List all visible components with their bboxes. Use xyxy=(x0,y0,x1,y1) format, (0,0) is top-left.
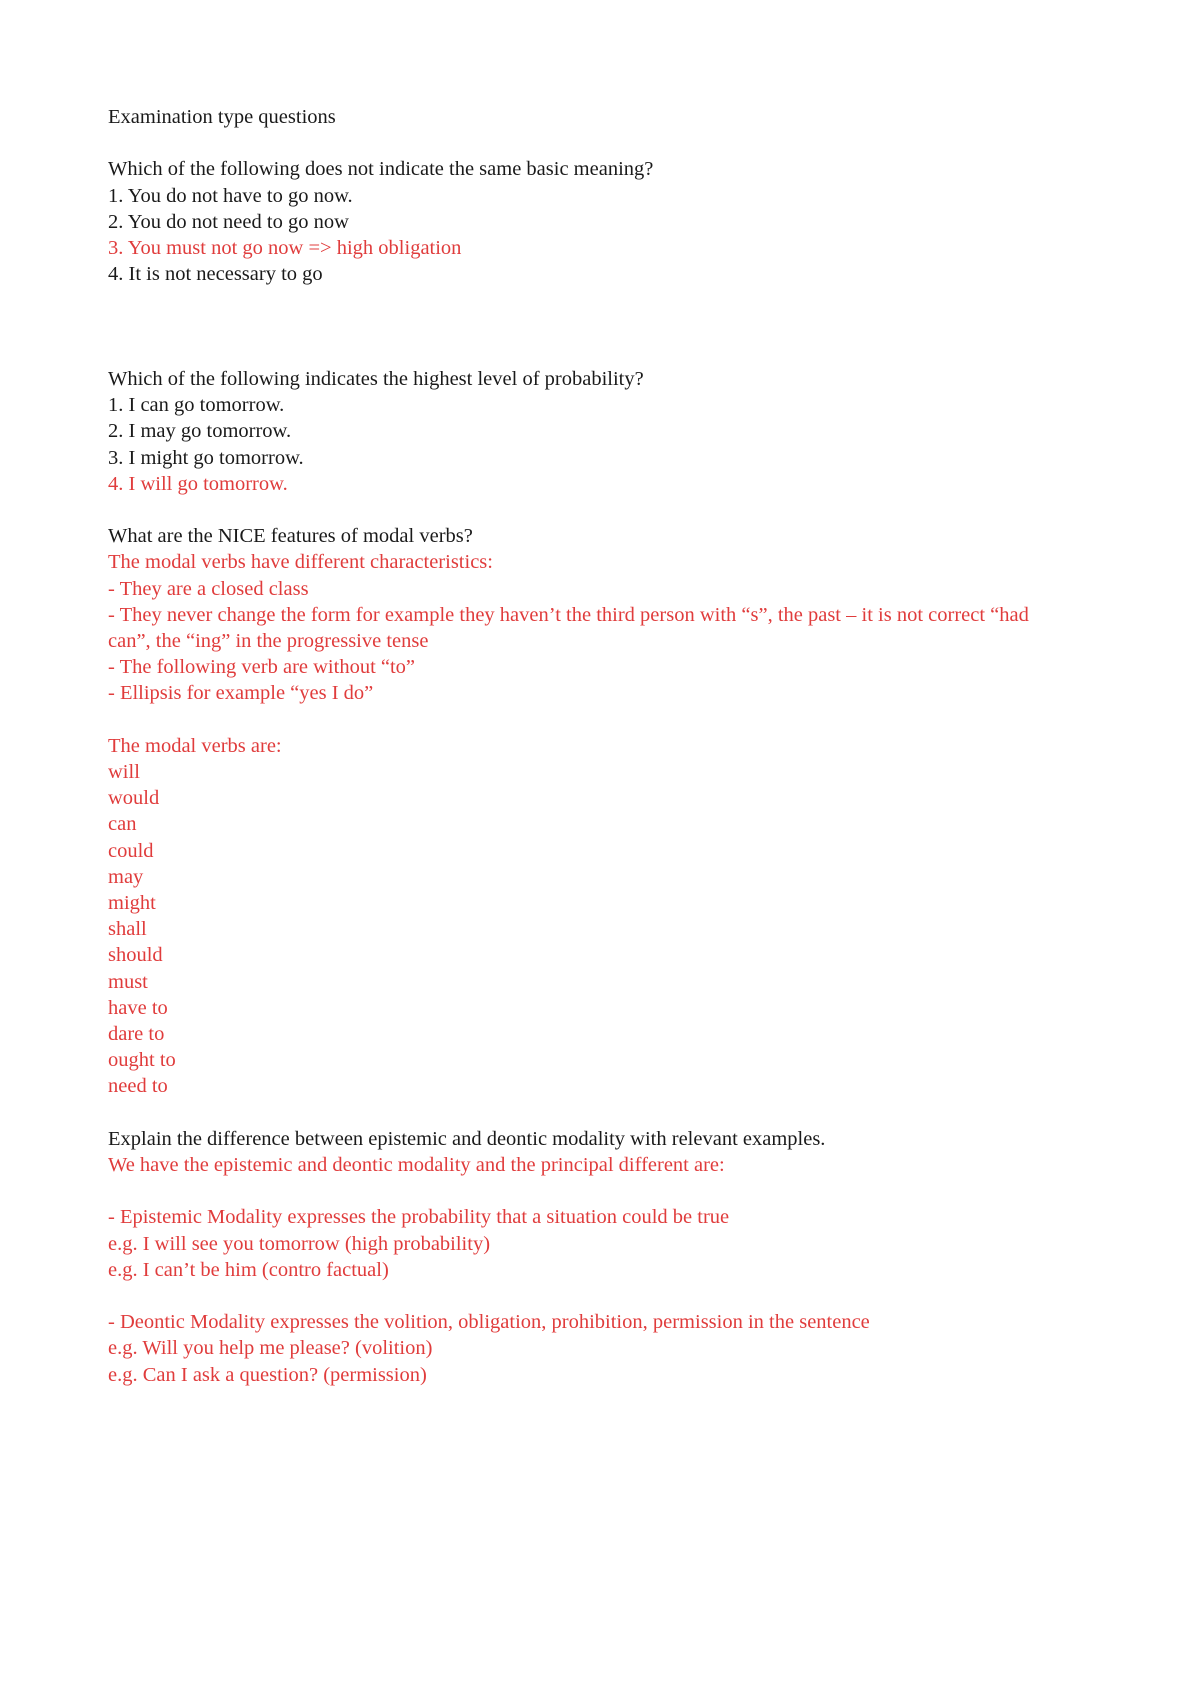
modal-verb-item: should xyxy=(108,944,163,967)
question-2-option-3: 3. I might go tomorrow. xyxy=(108,446,304,469)
nice-feature-1: - They are a closed class xyxy=(108,577,309,600)
modal-verb-item: need to xyxy=(108,1075,168,1098)
modality-question-prompt: Explain the difference between epistemic… xyxy=(108,1127,826,1150)
modal-verb-item: ought to xyxy=(108,1049,176,1072)
modal-verbs-heading: The modal verbs are: xyxy=(108,734,282,757)
question-2-option-1: 1. I can go tomorrow. xyxy=(108,394,285,417)
document-body: Examination type questions Which of the … xyxy=(108,104,1070,1388)
question-1-option-4: 4. It is not necessary to go xyxy=(108,263,323,286)
epistemic-example-1: e.g. I will see you tomorrow (high proba… xyxy=(108,1232,491,1255)
modality-answer-intro: We have the epistemic and deontic modali… xyxy=(108,1154,725,1177)
question-1-option-1: 1. You do not have to go now. xyxy=(108,184,353,207)
question-1-option-2: 2. You do not need to go now xyxy=(108,210,349,233)
modal-verb-item: might xyxy=(108,892,156,915)
modal-verb-item: would xyxy=(108,787,160,810)
question-2-option-2: 2. I may go tomorrow. xyxy=(108,420,292,443)
epistemic-example-2: e.g. I can’t be him (contro factual) xyxy=(108,1258,389,1281)
modal-verb-item: must xyxy=(108,970,148,993)
question-2-prompt: Which of the following indicates the hig… xyxy=(108,367,644,390)
nice-feature-4: - Ellipsis for example “yes I do” xyxy=(108,682,374,705)
epistemic-definition: - Epistemic Modality expresses the proba… xyxy=(108,1206,730,1229)
deontic-example-2: e.g. Can I ask a question? (permission) xyxy=(108,1363,427,1386)
modal-verb-item: have to xyxy=(108,996,168,1019)
modal-verb-item: can xyxy=(108,813,137,836)
page-title: Examination type questions xyxy=(108,106,336,128)
modal-verb-item: shall xyxy=(108,918,147,941)
question-1-option-3: 3. You must not go now => high obligatio… xyxy=(108,237,462,259)
nice-answer-intro: The modal verbs have different character… xyxy=(108,551,493,574)
question-2-option-4: 4. I will go tomorrow. xyxy=(108,472,288,495)
modal-verb-item: dare to xyxy=(108,1023,165,1046)
nice-question-prompt: What are the NICE features of modal verb… xyxy=(108,525,473,548)
nice-feature-2: - They never change the form for example… xyxy=(108,603,1029,652)
deontic-definition: - Deontic Modality expresses the volitio… xyxy=(108,1311,870,1334)
modal-verb-item: could xyxy=(108,839,154,862)
document-page: Examination type questions Which of the … xyxy=(0,0,1200,1698)
modal-verb-item: may xyxy=(108,865,144,888)
modal-verb-item: will xyxy=(108,761,140,783)
deontic-example-1: e.g. Will you help me please? (volition) xyxy=(108,1337,433,1360)
nice-feature-3: - The following verb are without “to” xyxy=(108,656,416,679)
question-1-prompt: Which of the following does not indicate… xyxy=(108,158,654,181)
